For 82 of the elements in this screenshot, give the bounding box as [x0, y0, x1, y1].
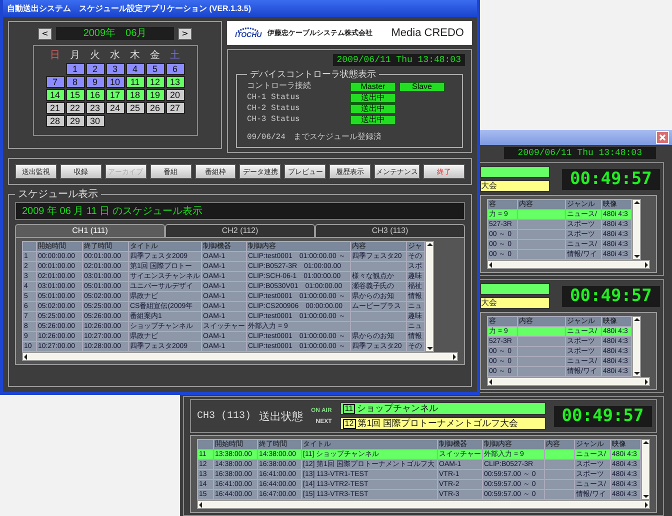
program-number: 12 [342, 418, 356, 428]
status-label: CH-2 Status [247, 104, 301, 114]
program-number: 11 [342, 404, 356, 414]
close-icon [659, 134, 666, 141]
weekday-label: 日 [49, 50, 61, 62]
logo-arc-icon [237, 27, 260, 32]
countdown-timer: 00:49:57 [562, 168, 660, 190]
vertical-scrollbar[interactable] [425, 241, 434, 352]
weekday-label: 金 [149, 50, 161, 62]
channel-name: CH3 (113) [197, 410, 252, 422]
weekday-label: 水 [109, 50, 121, 62]
status-indicator: 送出中 [350, 115, 396, 125]
previous-month-button[interactable]: < [38, 28, 52, 40]
horizontal-scrollbar[interactable] [197, 500, 650, 509]
clock-display: 2009/06/11 Thu 13:48:03 [332, 54, 465, 66]
calendar-day[interactable]: 2 [86, 63, 104, 75]
calendar-day[interactable]: 23 [86, 102, 104, 114]
calendar-day[interactable]: 17 [106, 89, 124, 101]
horizontal-scrollbar[interactable] [487, 260, 650, 269]
next-month-button[interactable]: > [178, 28, 192, 40]
close-button[interactable] [656, 131, 669, 144]
calendar-day[interactable]: 26 [146, 102, 164, 114]
clock-display: 2009/06/11 Thu 13:48:03 [504, 147, 656, 159]
calendar-day[interactable]: 8 [66, 76, 84, 88]
calendar-day[interactable]: 24 [106, 102, 124, 114]
status-indicator: 送出中 [350, 93, 396, 103]
product-name: Media CREDO [391, 27, 464, 39]
calendar-day[interactable]: 5 [146, 63, 164, 75]
calendar-day[interactable]: 20 [166, 89, 184, 101]
countdown-timer: 00:49:57 [554, 406, 652, 426]
calendar-day[interactable]: 3 [106, 63, 124, 75]
calendar-day[interactable]: 7 [46, 76, 64, 88]
status-indicator: 送出中 [350, 104, 396, 114]
month-display: 2009年 06月 [56, 27, 174, 40]
status-label: コントローラ接続 [247, 82, 312, 92]
status-indicator: Master [350, 82, 396, 92]
calendar-day[interactable]: 6 [166, 63, 184, 75]
calendar-day[interactable]: 30 [86, 115, 104, 127]
calendar-day[interactable]: 22 [66, 102, 84, 114]
weekday-label: 月 [69, 50, 81, 62]
program-title: 第1回 国際プロトーナメントゴルフ大会 [358, 417, 518, 430]
calendar-day[interactable]: 19 [146, 89, 164, 101]
schedule-date-display: 2009 年 06 月 11 日 のスケジュール表示 [15, 202, 465, 220]
window-title: 自動送出システム スケジュール設定アプリケーション (VER.1.3.5) [3, 0, 477, 17]
calendar-day[interactable]: 9 [86, 76, 104, 88]
calendar-day[interactable]: 12 [146, 76, 164, 88]
registration-note: 09/06/24 までスケジュール登録済 [247, 133, 382, 142]
vertical-scrollbar[interactable] [632, 316, 641, 377]
calendar-day[interactable]: 1 [66, 63, 84, 75]
calendar-day[interactable]: 11 [126, 76, 144, 88]
calendar-day[interactable]: 10 [106, 76, 124, 88]
status-label: CH-3 Status [247, 115, 301, 125]
horizontal-scrollbar[interactable] [22, 352, 458, 361]
status-label: CH-1 Status [247, 93, 301, 103]
calendar-day[interactable]: 13 [166, 76, 184, 88]
calendar-day[interactable]: 27 [166, 102, 184, 114]
group-title: デバイスコントローラ状態表示 [249, 68, 377, 81]
channel-tab[interactable]: CH1 (111) [15, 224, 165, 237]
countdown-timer: 00:49:57 [562, 286, 660, 306]
channel-tab[interactable]: CH2 (112) [165, 224, 315, 237]
panel-title: スケジュール表示 [17, 188, 99, 201]
calendar-day[interactable]: 29 [66, 115, 84, 127]
status-indicator: Slave [399, 82, 445, 92]
horizontal-scrollbar[interactable] [487, 377, 650, 386]
calendar-day[interactable]: 4 [126, 63, 144, 75]
calendar-day[interactable]: 25 [126, 102, 144, 114]
calendar-day[interactable]: 21 [46, 102, 64, 114]
calendar-day[interactable]: 28 [46, 115, 64, 127]
next-program-bar: 大会 [480, 297, 550, 309]
calendar-day[interactable]: 18 [126, 89, 144, 101]
vertical-scrollbar[interactable] [641, 439, 650, 500]
calendar-day[interactable]: 16 [86, 89, 104, 101]
vertical-scrollbar[interactable] [632, 199, 641, 260]
channel-tab[interactable]: CH3 (113) [315, 224, 465, 237]
program-title: ショップチャンネル [357, 402, 438, 415]
weekday-label: 火 [89, 50, 101, 62]
calendar-day[interactable]: 15 [66, 89, 84, 101]
calendar-day[interactable]: 14 [46, 89, 64, 101]
weekday-label: 土 [169, 50, 181, 62]
next-program-bar: 大会 [480, 180, 550, 192]
weekday-label: 木 [129, 50, 141, 62]
state-label: 送出状態 [259, 410, 304, 424]
